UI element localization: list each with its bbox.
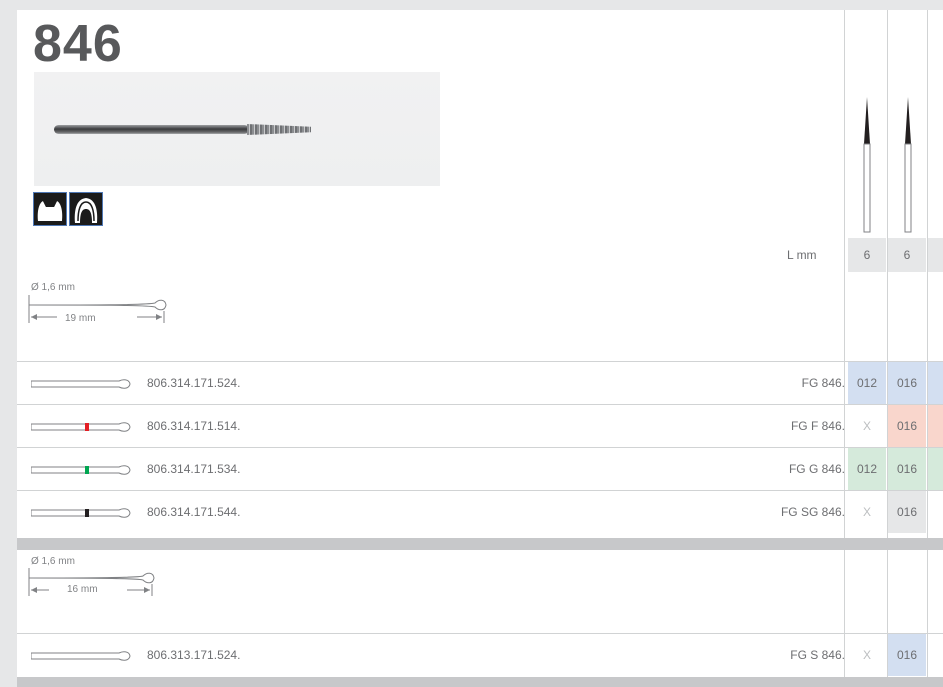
table-row: 806.314.171.514. FG F 846. X 016	[17, 405, 943, 447]
table-row: 806.313.171.524. FG S 846. X 016	[17, 634, 943, 676]
table-row: 806.314.171.544. FG SG 846. X 016	[17, 491, 943, 533]
product-number: 846	[33, 15, 123, 73]
bur-symbol-icon	[31, 465, 131, 475]
section-band	[17, 538, 943, 550]
size-cell: 016	[888, 634, 926, 676]
table-row: 806.314.171.534. FG G 846. 012 016	[17, 448, 943, 490]
table-row: 806.314.171.524. FG 846. 012 016	[17, 362, 943, 404]
section-band	[17, 677, 943, 687]
column-divider	[927, 10, 928, 687]
size-cell: 016	[888, 491, 926, 533]
bur-symbol-icon	[31, 651, 131, 661]
catalog-number: 806.314.171.544.	[147, 505, 241, 519]
fg-code: FG F 846.	[790, 419, 845, 433]
bur-shank-image	[54, 125, 249, 134]
column-divider	[844, 10, 845, 687]
size-cell: X	[848, 405, 886, 447]
length-dimension: 16 mm	[67, 584, 98, 595]
catalog-number: 806.314.171.534.	[147, 462, 241, 476]
size-cell: X	[848, 634, 886, 676]
tooth-icon	[69, 192, 103, 226]
size-cell: X	[848, 491, 886, 533]
fg-code: FG G 846.	[788, 462, 845, 476]
catalog-number: 806.314.171.514.	[147, 419, 241, 433]
size-cell: 012	[848, 362, 886, 404]
fg-code: FG SG 846.	[780, 505, 845, 519]
catalog-number: 806.314.171.524.	[147, 376, 241, 390]
bur-profile-drawing	[904, 97, 912, 233]
size-cell: 012	[848, 448, 886, 490]
bur-head-image	[247, 124, 311, 135]
crown-prep-icon	[33, 192, 67, 226]
size-cell: 016	[888, 362, 926, 404]
size-cell-partial	[928, 405, 943, 447]
bur-profile-drawing	[863, 97, 871, 233]
size-cell: 016	[888, 405, 926, 447]
fg-code: FG 846.	[801, 376, 845, 390]
size-cell-partial	[928, 448, 943, 490]
fg-code: FG S 846.	[790, 648, 845, 662]
product-photo	[34, 72, 440, 186]
length-dimension: 19 mm	[65, 313, 96, 324]
catalog-page: 846 L mm 6 6 Ø 1,6 mm 19 mm 806.314.171.…	[17, 10, 943, 687]
bur-symbol-icon	[31, 508, 131, 518]
bur-symbol-icon	[31, 422, 131, 432]
size-cell: 016	[888, 448, 926, 490]
length-value-partial	[928, 238, 943, 272]
length-label: L mm	[787, 248, 817, 262]
length-value: 6	[888, 238, 926, 272]
length-value: 6	[848, 238, 886, 272]
column-divider	[887, 10, 888, 687]
shank-dimension-drawing	[28, 295, 167, 323]
diameter-label: Ø 1,6 mm	[31, 282, 75, 293]
bur-symbol-icon	[31, 379, 131, 389]
size-cell-partial	[928, 362, 943, 404]
catalog-number: 806.313.171.524.	[147, 648, 241, 662]
